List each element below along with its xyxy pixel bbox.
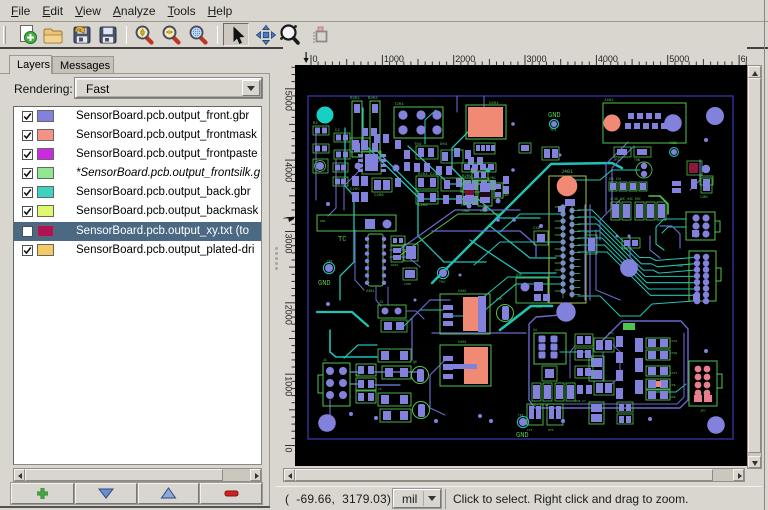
svg-text:TP8: TP8 <box>327 260 333 263</box>
svg-text:U301: U301 <box>366 290 374 294</box>
svg-text:D04: D04 <box>440 143 448 147</box>
svg-text:TP4: TP4 <box>550 129 556 133</box>
svg-text:5000: 5000 <box>284 91 294 111</box>
svg-text:C2: C2 <box>335 129 340 133</box>
svg-text:R75: R75 <box>548 429 554 432</box>
svg-text:2000: 2000 <box>455 54 475 64</box>
svg-text:C7B: C7B <box>670 384 676 387</box>
svg-text:TH4: TH4 <box>439 280 445 284</box>
svg-text:U40: U40 <box>496 297 502 301</box>
svg-text:R7B C7: R7B C7 <box>575 400 586 403</box>
svg-text:J3: J3 <box>379 300 383 304</box>
svg-text:TP2: TP2 <box>518 414 524 417</box>
svg-text:GMA: GMA <box>320 220 326 223</box>
svg-text:R201: R201 <box>350 97 360 101</box>
svg-text:3000: 3000 <box>284 234 294 254</box>
svg-text:T201: T201 <box>394 103 404 107</box>
svg-text:C6: C6 <box>378 388 382 391</box>
svg-text:T04: T04 <box>414 143 422 147</box>
svg-text:C40: C40 <box>533 227 541 231</box>
svg-text:1000: 1000 <box>384 54 404 64</box>
svg-text:1/48 4HC 04C 0HC: 1/48 4HC 04C 0HC <box>610 197 641 201</box>
svg-text:J40: J40 <box>677 264 683 268</box>
svg-text:U403: U403 <box>458 341 466 345</box>
svg-text:0: 0 <box>284 448 294 453</box>
svg-text:C75: C75 <box>527 429 533 432</box>
svg-text:1000: 1000 <box>284 376 294 396</box>
svg-text:R209: R209 <box>462 175 472 179</box>
svg-text:C702: C702 <box>670 340 677 343</box>
svg-text:3000: 3000 <box>527 54 547 64</box>
svg-text:D4 D4: D4 D4 <box>609 178 622 182</box>
svg-text:U4: U4 <box>533 328 537 332</box>
svg-text:2000: 2000 <box>284 305 294 325</box>
svg-text:C205: C205 <box>350 188 360 192</box>
svg-text:TH2: TH2 <box>622 247 628 251</box>
svg-text:C209: C209 <box>418 204 428 208</box>
svg-text:5000: 5000 <box>669 54 689 64</box>
svg-text:C7H: C7H <box>608 332 614 335</box>
svg-text:J402: J402 <box>604 99 614 103</box>
svg-text:R6: R6 <box>356 374 360 377</box>
svg-text:JP42: JP42 <box>613 158 621 162</box>
svg-text:R2: R2 <box>313 122 318 126</box>
svg-text:Q40: Q40 <box>516 273 522 277</box>
svg-text:Q6: Q6 <box>413 360 417 364</box>
svg-text:CHB2: CHB2 <box>462 209 470 213</box>
svg-text:C707: C707 <box>670 372 677 375</box>
svg-text:J401: J401 <box>561 169 573 175</box>
svg-text:GND: GND <box>548 112 561 120</box>
svg-text:C4: C4 <box>585 231 590 235</box>
svg-text:C206: C206 <box>374 194 384 198</box>
svg-text:C4B4: C4B4 <box>700 195 708 199</box>
svg-text:THB2: THB2 <box>669 141 677 145</box>
svg-text:C40: C40 <box>536 305 542 309</box>
svg-text:4000: 4000 <box>598 54 618 64</box>
svg-text:4000: 4000 <box>284 162 294 182</box>
svg-text:CHB2: CHB2 <box>480 209 488 213</box>
svg-text:C305: C305 <box>404 283 411 286</box>
svg-text:U402: U402 <box>458 290 466 294</box>
svg-text:JP7: JP7 <box>700 409 706 413</box>
svg-text:C708: C708 <box>670 352 677 355</box>
svg-text:CN1: CN1 <box>503 193 509 197</box>
svg-text:YB1: YB1 <box>490 176 496 180</box>
svg-text:0: 0 <box>313 54 318 64</box>
svg-text:J1: J1 <box>323 358 327 362</box>
svg-text:D7B: D7B <box>670 396 676 399</box>
svg-text:R204 D202: R204 D202 <box>418 173 440 177</box>
svg-text:TC: TC <box>338 236 346 244</box>
svg-text:THB: THB <box>634 158 640 162</box>
svg-text:GND: GND <box>318 280 331 288</box>
svg-text:U201: U201 <box>489 102 499 106</box>
svg-text:R202: R202 <box>368 97 378 101</box>
svg-text:GND: GND <box>516 432 529 440</box>
svg-text:R304: R304 <box>391 264 398 267</box>
